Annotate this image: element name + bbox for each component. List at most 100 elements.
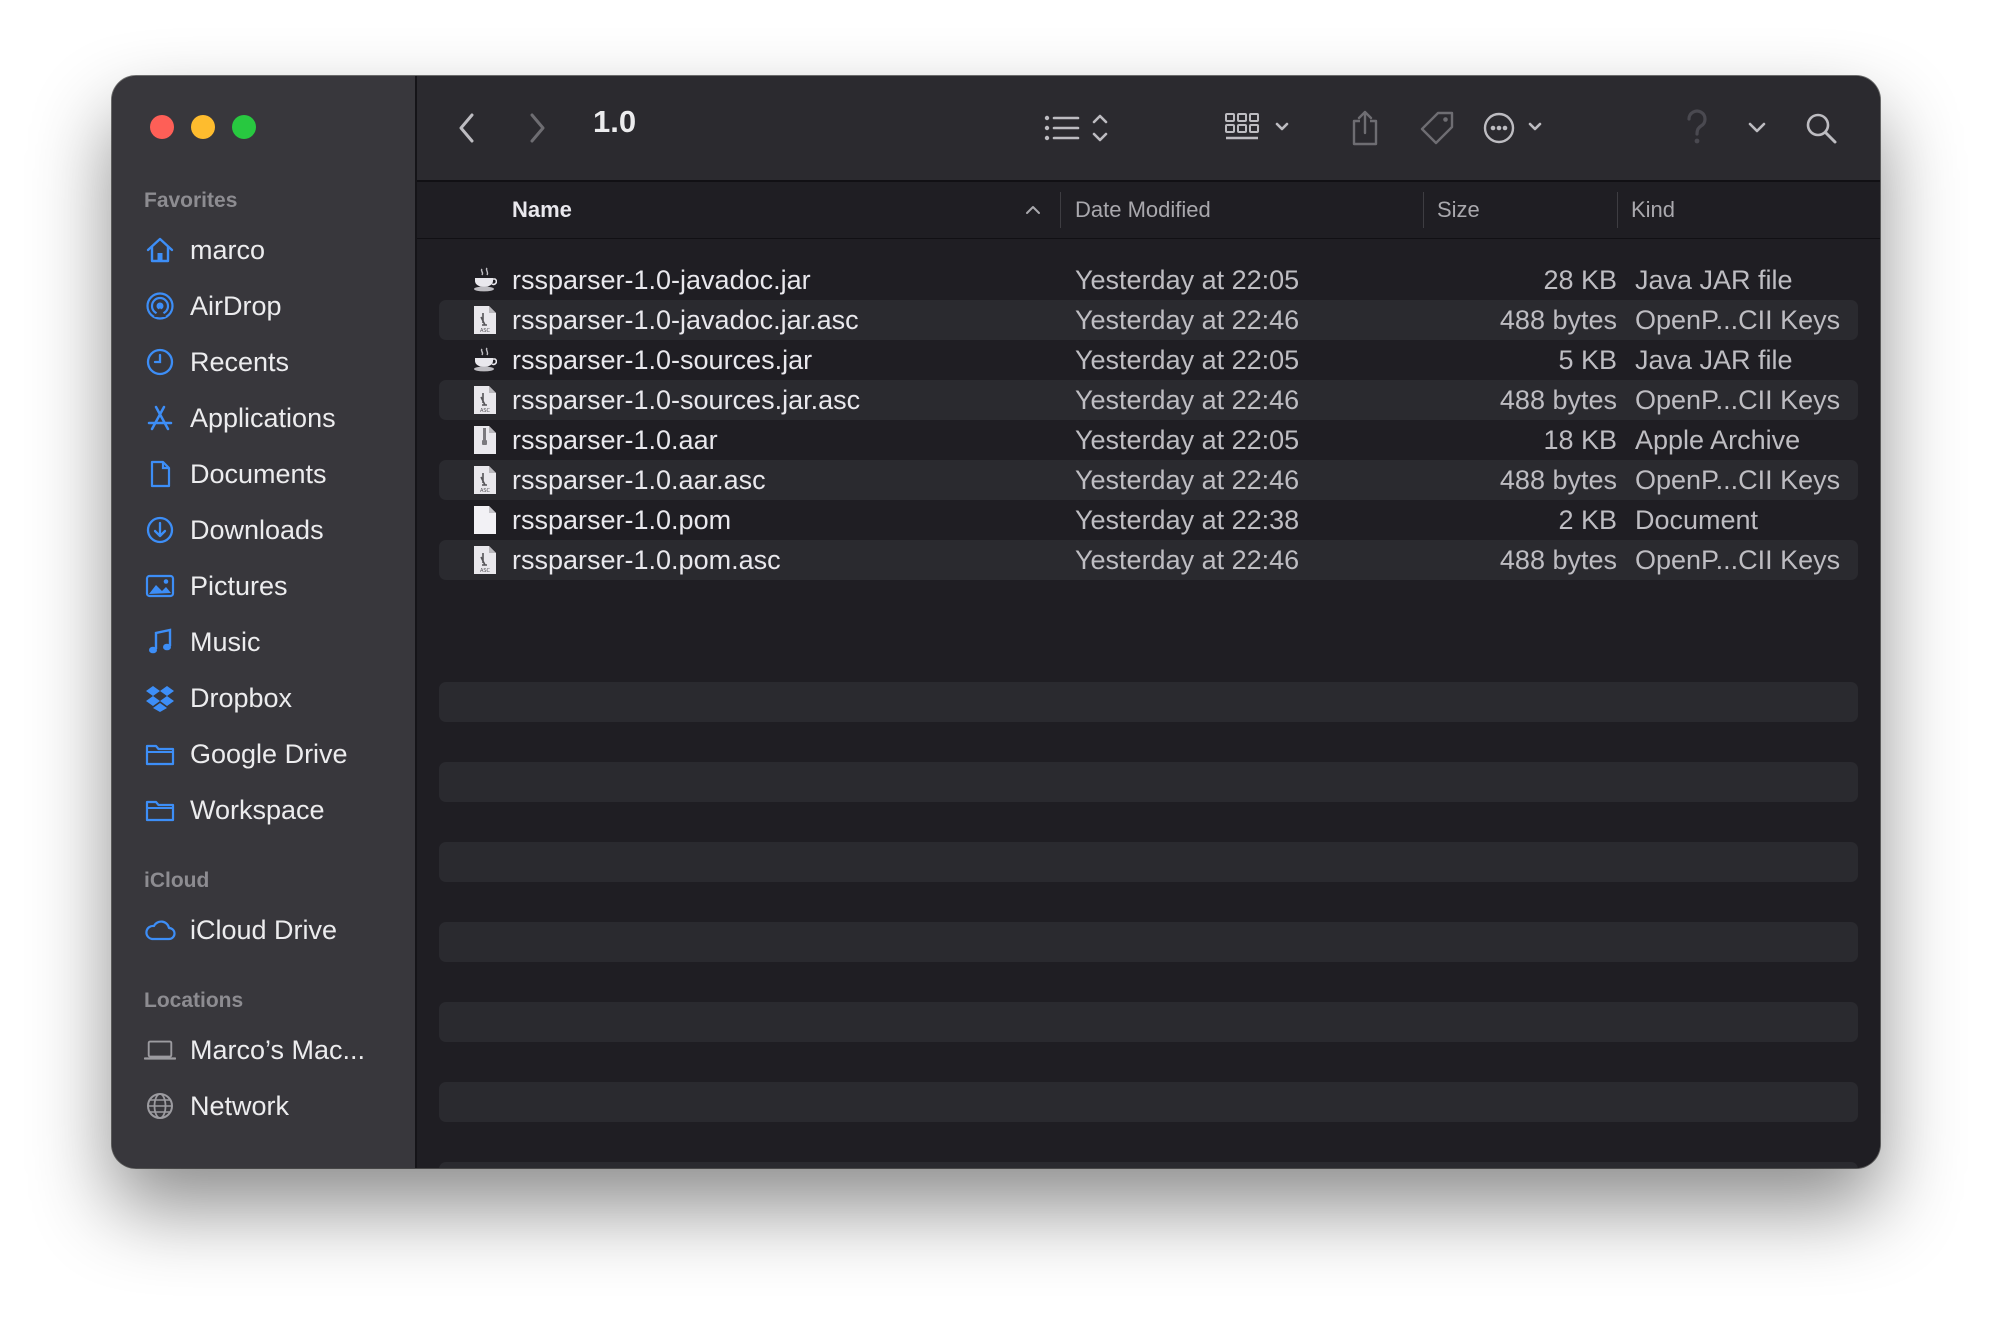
favorites-section-title: Favorites xyxy=(144,189,238,212)
svg-text:ASC: ASC xyxy=(480,568,491,574)
sidebar-item-marcos-mac[interactable]: Marco’s Mac... xyxy=(144,1026,404,1074)
finder-window: Favorites marco AirDrop Recents Applicat… xyxy=(112,76,1880,1168)
zoom-window-button[interactable] xyxy=(232,115,256,139)
empty-row-stripe xyxy=(439,842,1858,882)
file-name: rssparser-1.0.aar.asc xyxy=(512,464,766,495)
column-kind-header[interactable]: Kind xyxy=(1631,182,1675,238)
sidebar-item-music[interactable]: Music xyxy=(144,618,404,666)
close-window-button[interactable] xyxy=(150,115,174,139)
file-size: 488 bytes xyxy=(1499,544,1617,575)
file-name: rssparser-1.0.aar xyxy=(512,424,718,455)
sidebar-item-label: Documents xyxy=(190,458,327,489)
sidebar-item-documents[interactable]: Documents xyxy=(144,450,404,498)
back-button[interactable] xyxy=(445,102,489,154)
file-row[interactable]: rssparser-1.0-javadoc.jar Yesterday at 22… xyxy=(439,260,1858,300)
more-actions-button[interactable] xyxy=(1481,102,1551,154)
sidebar-item-marco[interactable]: marco xyxy=(144,226,404,274)
column-size-header[interactable]: Size xyxy=(1437,182,1480,238)
empty-row-stripe xyxy=(439,1162,1858,1168)
file-name: rssparser-1.0-sources.jar.asc xyxy=(512,384,861,415)
column-divider xyxy=(1423,192,1424,228)
sidebar-item-downloads[interactable]: Downloads xyxy=(144,506,404,554)
file-name: rssparser-1.0.pom.asc xyxy=(512,544,781,575)
sidebar-item-google-drive[interactable]: Google Drive xyxy=(144,730,404,778)
file-kind: OpenP...CII Keys xyxy=(1635,384,1841,415)
search-button[interactable] xyxy=(1799,102,1843,154)
file-kind: Java JAR file xyxy=(1635,264,1793,295)
sort-ascending-icon xyxy=(1026,206,1040,214)
file-kind: OpenP...CII Keys xyxy=(1635,544,1841,575)
cloud-icon xyxy=(144,914,176,946)
file-date-modified: Yesterday at 22:05 xyxy=(1075,344,1300,375)
chevron-down-icon xyxy=(1748,122,1766,133)
sidebar-item-label: Pictures xyxy=(190,570,288,601)
file-row[interactable]: rssparser-1.0.pom Yesterday at 22:38 2 KB D… xyxy=(439,500,1858,540)
file-row[interactable]: ASC rssparser-1.0-javadoc.jar.asc Yesterda… xyxy=(439,300,1858,340)
sidebar-item-label: Google Drive xyxy=(190,738,348,769)
sidebar-item-recents[interactable]: Recents xyxy=(144,338,404,386)
sidebar-item-icloud-drive[interactable]: iCloud Drive xyxy=(144,906,404,954)
sidebar-item-label: Applications xyxy=(190,402,336,433)
forward-button[interactable] xyxy=(515,102,559,154)
pictures-icon xyxy=(144,570,176,602)
view-options-button[interactable] xyxy=(1041,102,1117,154)
tag-icon xyxy=(1420,111,1454,145)
svg-text:ASC: ASC xyxy=(480,408,491,414)
file-date-modified: Yesterday at 22:38 xyxy=(1075,504,1300,535)
svg-text:ASC: ASC xyxy=(480,328,491,334)
home-icon xyxy=(144,234,176,266)
toolbar: 1.0 xyxy=(417,76,1880,182)
folder-icon xyxy=(144,794,176,826)
sidebar-item-label: Music xyxy=(190,626,261,657)
file-row[interactable]: rssparser-1.0.aar Yesterday at 22:05 18 KB… xyxy=(439,420,1858,460)
file-size: 5 KB xyxy=(1558,344,1617,375)
file-size: 488 bytes xyxy=(1499,464,1617,495)
file-row[interactable]: rssparser-1.0-sources.jar Yesterday at 22… xyxy=(439,340,1858,380)
sidebar-item-dropbox[interactable]: Dropbox xyxy=(144,674,404,722)
document-icon xyxy=(144,458,176,490)
sidebar-item-pictures[interactable]: Pictures xyxy=(144,562,404,610)
sidebar-item-applications[interactable]: Applications xyxy=(144,394,404,442)
sidebar-item-label: Marco’s Mac... xyxy=(190,1034,366,1065)
file-date-modified: Yesterday at 22:05 xyxy=(1075,264,1300,295)
airdrop-icon xyxy=(144,290,176,322)
window-title: 1.0 xyxy=(593,104,637,139)
file-date-modified: Yesterday at 22:46 xyxy=(1075,304,1300,335)
tag-button[interactable] xyxy=(1415,102,1459,154)
ellipsis-circle-icon xyxy=(1483,112,1542,144)
music-icon xyxy=(144,626,176,658)
dropbox-icon xyxy=(144,682,176,714)
sidebar-item-network[interactable]: Network xyxy=(144,1082,404,1130)
file-kind: Document xyxy=(1635,504,1759,535)
chevron-right-icon xyxy=(530,113,545,143)
column-name-header[interactable]: Name xyxy=(512,182,572,238)
file-name: rssparser-1.0-sources.jar xyxy=(512,344,813,375)
toolbar-overflow-button[interactable] xyxy=(1739,102,1775,154)
group-button[interactable] xyxy=(1223,102,1299,154)
file-row[interactable]: ASC rssparser-1.0-sources.jar.asc Yesterda… xyxy=(439,380,1858,420)
download-icon xyxy=(144,514,176,546)
file-kind: Java JAR file xyxy=(1635,344,1793,375)
locations-section-title: Locations xyxy=(144,989,244,1012)
sidebar-item-label: Network xyxy=(190,1090,290,1121)
globe-icon xyxy=(144,1090,176,1122)
minimize-window-button[interactable] xyxy=(191,115,215,139)
help-button[interactable] xyxy=(1675,102,1719,154)
list-view-icon xyxy=(1044,114,1108,142)
window-controls xyxy=(150,115,256,139)
file-row[interactable]: ASC rssparser-1.0.pom.asc Yesterday at 22:… xyxy=(439,540,1858,580)
sidebar-item-workspace[interactable]: Workspace xyxy=(144,786,404,834)
grid-icon xyxy=(1225,113,1289,140)
file-size: 2 KB xyxy=(1558,504,1617,535)
sidebar-item-airdrop[interactable]: AirDrop xyxy=(144,282,404,330)
share-button[interactable] xyxy=(1343,102,1387,154)
sidebar-item-label: Workspace xyxy=(190,794,325,825)
column-divider xyxy=(1060,192,1061,228)
file-kind: OpenP...CII Keys xyxy=(1635,304,1841,335)
file-name: rssparser-1.0.pom xyxy=(512,504,732,535)
column-header: Name Date Modified Size Kind xyxy=(417,182,1880,239)
file-row[interactable]: ASC rssparser-1.0.aar.asc Yesterday at 22:… xyxy=(439,460,1858,500)
column-date-header[interactable]: Date Modified xyxy=(1075,182,1211,238)
file-name: rssparser-1.0-javadoc.jar xyxy=(512,264,811,295)
clock-icon xyxy=(144,346,176,378)
